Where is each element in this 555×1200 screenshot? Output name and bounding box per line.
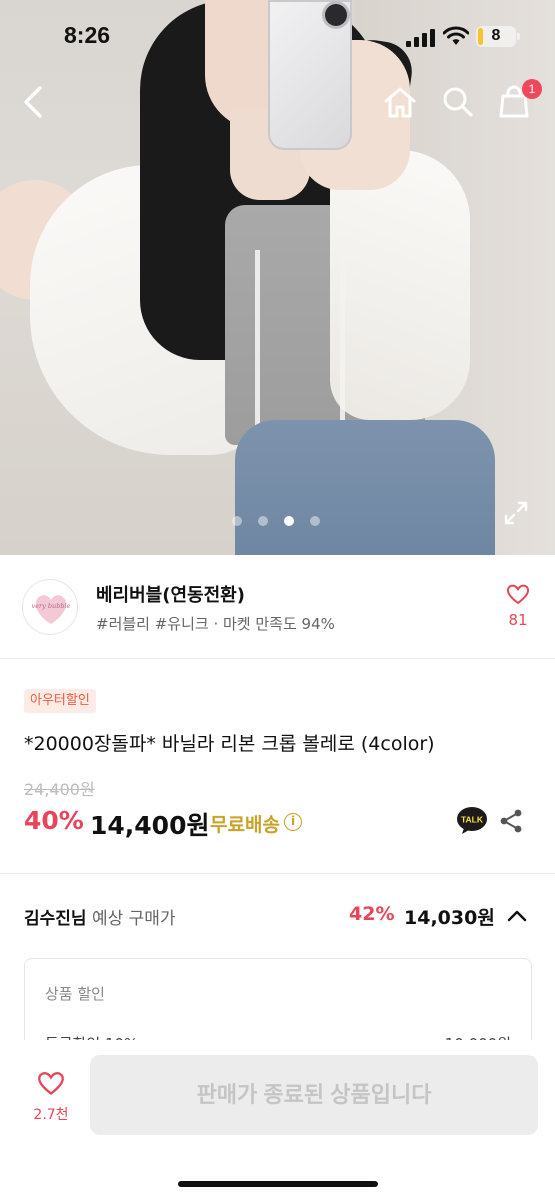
pagination-dot[interactable] bbox=[284, 516, 294, 526]
seller-like-count: 81 bbox=[508, 611, 528, 629]
product-page: 8:26 8 1 very bubble 베리버블(연동전환) #러블리 #유니… bbox=[0, 0, 555, 1200]
discount-rate: 40% bbox=[24, 806, 84, 835]
wifi-icon bbox=[443, 26, 469, 45]
expected-label: 예상 구매가 bbox=[91, 909, 176, 929]
expand-icon[interactable] bbox=[503, 500, 529, 526]
seller-like-button[interactable]: 81 bbox=[500, 583, 536, 629]
buyer-name: 김수진님 bbox=[24, 909, 87, 929]
battery-level: 8 bbox=[491, 27, 501, 44]
pagination-dot[interactable] bbox=[310, 516, 320, 526]
heart-icon bbox=[38, 1072, 64, 1095]
original-price: 24,400원 bbox=[24, 780, 95, 799]
seller-section[interactable]: very bubble 베리버블(연동전환) #러블리 #유니크 · 마켓 만족… bbox=[0, 555, 555, 659]
battery-nub bbox=[517, 33, 520, 40]
svg-text:very bubble: very bubble bbox=[32, 602, 71, 610]
sale-price: 14,400원 bbox=[90, 811, 210, 840]
heart-icon bbox=[506, 584, 530, 605]
talk-label: TALK bbox=[461, 815, 484, 825]
status-bar: 8:26 8 bbox=[0, 0, 555, 70]
product-title: *20000장돌파* 바닐라 리본 크롭 볼레로 (4color) bbox=[24, 733, 435, 755]
sold-out-button[interactable]: 판매가 종료된 상품입니다 bbox=[90, 1055, 538, 1135]
expected-price: 14,030원 bbox=[404, 907, 495, 929]
product-discount-label: 상품 할인 bbox=[45, 985, 105, 1003]
pagination-dot[interactable] bbox=[232, 516, 242, 526]
pagination-dot[interactable] bbox=[258, 516, 268, 526]
image-jeans bbox=[235, 420, 495, 555]
expected-price-label: 김수진님 예상 구매가 bbox=[24, 904, 176, 929]
info-icon[interactable]: i bbox=[284, 813, 302, 831]
product-like-button[interactable]: 2.7천 bbox=[24, 1070, 78, 1124]
kakao-talk-icon[interactable]: TALK bbox=[456, 806, 488, 836]
chevron-up-icon[interactable] bbox=[506, 905, 528, 927]
cart-count-badge: 1 bbox=[522, 79, 542, 99]
seller-tags: #러블리 #유니크 · 마켓 만족도 94% bbox=[96, 615, 335, 633]
expected-discount: 42% bbox=[349, 903, 395, 925]
home-indicator bbox=[178, 1181, 378, 1187]
share-icon[interactable] bbox=[498, 808, 524, 834]
seller-logo[interactable]: very bubble bbox=[22, 579, 78, 635]
seller-name[interactable]: 베리버블(연동전환) bbox=[96, 581, 245, 607]
cellular-signal-icon bbox=[406, 29, 436, 47]
section-divider bbox=[0, 873, 555, 874]
chevron-left-icon[interactable] bbox=[14, 82, 54, 122]
battery-icon: 8 bbox=[476, 26, 520, 47]
promo-badge: 아우터할인 bbox=[24, 689, 96, 713]
status-time: 8:26 bbox=[64, 22, 111, 48]
search-icon[interactable] bbox=[438, 82, 478, 122]
gallery-pagination bbox=[232, 516, 320, 526]
home-icon[interactable] bbox=[380, 82, 420, 122]
bottom-action-bar: 2.7천 판매가 종료된 상품입니다 bbox=[0, 1040, 555, 1200]
free-shipping-label[interactable]: 무료배송 bbox=[210, 810, 280, 837]
product-like-count: 2.7천 bbox=[33, 1107, 69, 1123]
discount-breakdown-box: 상품 할인 등급할인 10% -10,000원 bbox=[24, 958, 532, 1048]
image-cardigan-right bbox=[330, 150, 470, 420]
